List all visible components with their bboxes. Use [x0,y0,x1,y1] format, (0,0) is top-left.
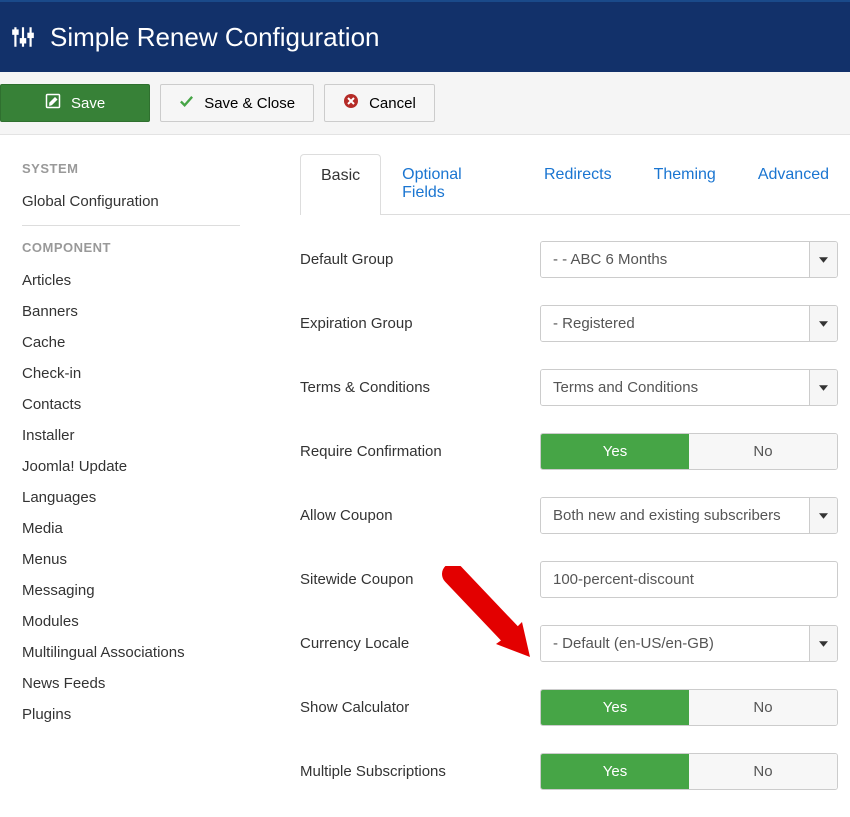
tab-advanced[interactable]: Advanced [737,153,850,214]
chevron-down-icon[interactable] [809,626,837,661]
save-button[interactable]: Save [0,84,150,122]
chevron-down-icon[interactable] [809,498,837,533]
field-row-expirationGroup: Expiration Group- Registered [300,305,850,342]
cancel-button[interactable]: Cancel [324,84,435,122]
cancel-icon [343,93,359,113]
chevron-down-icon[interactable] [809,242,837,277]
sidebar-item-check-in[interactable]: Check-in [22,358,260,389]
toggle-no-requireConfirmation[interactable]: No [689,434,837,469]
field-row-showCalculator: Show CalculatorYesNo [300,689,850,726]
field-label-expirationGroup: Expiration Group [300,315,540,332]
sidebar-item-modules[interactable]: Modules [22,606,260,637]
field-row-sitewideCoupon: Sitewide Coupon [300,561,850,598]
field-label-currencyLocale: Currency Locale [300,635,540,652]
sidebar-item-contacts[interactable]: Contacts [22,389,260,420]
save-close-button[interactable]: Save & Close [160,84,314,122]
field-row-allowCoupon: Allow CouponBoth new and existing subscr… [300,497,850,534]
chevron-down-icon[interactable] [809,370,837,405]
select-termsConditions[interactable]: Terms and Conditions [540,369,838,406]
chevron-down-icon[interactable] [809,306,837,341]
sidebar-item-banners[interactable]: Banners [22,296,260,327]
select-currencyLocale[interactable]: - Default (en-US/en-GB) [540,625,838,662]
sidebar-item-languages[interactable]: Languages [22,482,260,513]
sidebar-item-cache[interactable]: Cache [22,327,260,358]
sidebar-item-multilingual-associations[interactable]: Multilingual Associations [22,637,260,668]
select-expirationGroup[interactable]: - Registered [540,305,838,342]
select-allowCoupon[interactable]: Both new and existing subscribers [540,497,838,534]
save-label: Save [71,95,105,112]
page-title: Simple Renew Configuration [50,22,380,53]
sidebar-item-messaging[interactable]: Messaging [22,575,260,606]
tabs: BasicOptional FieldsRedirectsThemingAdva… [300,153,850,215]
toggle-showCalculator: YesNo [540,689,838,726]
field-row-defaultGroup: Default Group- - ABC 6 Months [300,241,850,278]
sidebar-item-media[interactable]: Media [22,513,260,544]
select-defaultGroup[interactable]: - - ABC 6 Months [540,241,838,278]
sidebar-item-global-configuration[interactable]: Global Configuration [22,186,260,217]
tab-theming[interactable]: Theming [633,153,737,214]
main-content: BasicOptional FieldsRedirectsThemingAdva… [260,153,850,817]
field-row-currencyLocale: Currency Locale- Default (en-US/en-GB) [300,625,850,662]
divider [22,225,240,226]
select-value-termsConditions: Terms and Conditions [541,370,809,405]
select-value-currencyLocale: - Default (en-US/en-GB) [541,626,809,661]
sidebar-item-articles[interactable]: Articles [22,265,260,296]
tab-optional-fields[interactable]: Optional Fields [381,153,523,214]
toggle-no-showCalculator[interactable]: No [689,690,837,725]
input-sitewideCoupon[interactable] [540,561,838,598]
field-label-termsConditions: Terms & Conditions [300,379,540,396]
toolbar: Save Save & Close Cancel [0,72,850,135]
toggle-requireConfirmation: YesNo [540,433,838,470]
page-header: Simple Renew Configuration [0,0,850,72]
equalizer-icon [10,24,36,50]
save-close-label: Save & Close [204,95,295,112]
field-label-requireConfirmation: Require Confirmation [300,443,540,460]
sidebar-heading-component: COMPONENT [22,240,260,255]
check-icon [179,94,194,113]
cancel-label: Cancel [369,95,416,112]
tab-basic[interactable]: Basic [300,154,381,215]
field-label-defaultGroup: Default Group [300,251,540,268]
select-value-defaultGroup: - - ABC 6 Months [541,242,809,277]
select-value-allowCoupon: Both new and existing subscribers [541,498,809,533]
tab-redirects[interactable]: Redirects [523,153,633,214]
select-value-expirationGroup: - Registered [541,306,809,341]
field-label-allowCoupon: Allow Coupon [300,507,540,524]
sidebar-item-plugins[interactable]: Plugins [22,699,260,730]
field-label-sitewideCoupon: Sitewide Coupon [300,571,540,588]
toggle-yes-requireConfirmation[interactable]: Yes [541,434,689,469]
field-row-requireConfirmation: Require ConfirmationYesNo [300,433,850,470]
sidebar-item-joomla-update[interactable]: Joomla! Update [22,451,260,482]
field-row-termsConditions: Terms & ConditionsTerms and Conditions [300,369,850,406]
pencil-icon [45,93,61,113]
sidebar: SYSTEM Global Configuration COMPONENT Ar… [22,153,260,817]
field-label-showCalculator: Show Calculator [300,699,540,716]
toggle-yes-showCalculator[interactable]: Yes [541,690,689,725]
sidebar-heading-system: SYSTEM [22,161,260,176]
sidebar-item-menus[interactable]: Menus [22,544,260,575]
sidebar-item-installer[interactable]: Installer [22,420,260,451]
sidebar-item-news-feeds[interactable]: News Feeds [22,668,260,699]
